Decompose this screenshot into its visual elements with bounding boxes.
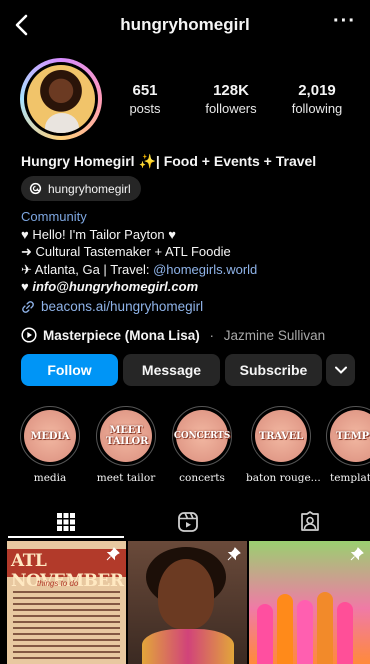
profile-tab-bar [0, 504, 370, 540]
more-options-button[interactable]: ··· [333, 10, 356, 33]
pin-icon [106, 547, 120, 561]
highlight-label: concerts [179, 472, 225, 484]
threads-badge[interactable]: hungryhomegirl [21, 176, 141, 201]
bio-line-location: ✈ Atlanta, Ga | Travel: @homegirls.world [21, 261, 257, 279]
avatar-photo [27, 65, 95, 133]
travel-account-link[interactable]: @homegirls.world [153, 262, 257, 277]
post-thumbnail[interactable] [249, 541, 370, 664]
website-url: beacons.ai/hungryhomegirl [41, 299, 204, 314]
highlight-cover-text: TRAVEL [259, 430, 303, 442]
highlight-cover-text: TEMPS [336, 430, 370, 442]
bio-text: Community ♥ Hello! I'm Tailor Payton ♥ ➜… [21, 208, 257, 296]
following-count[interactable]: 2,019 following [284, 82, 350, 116]
top-bar: hungryhomegirl ··· [0, 0, 370, 52]
highlight-label: baton rouge... [246, 472, 321, 484]
highlight-cover-text: CONCERTS [173, 431, 231, 441]
heart-icon: ♥ [21, 279, 33, 294]
profile-username: hungryhomegirl [120, 15, 250, 34]
grid-icon [57, 513, 75, 531]
highlight-baton-rouge[interactable]: TRAVEL baton rouge... [246, 406, 321, 484]
active-tab-indicator [8, 536, 124, 538]
profile-avatar[interactable] [20, 58, 102, 140]
tab-tagged[interactable] [298, 510, 322, 534]
pin-icon [227, 547, 241, 561]
highlight-label: media [33, 472, 67, 484]
post-event-list-graphic [13, 591, 120, 661]
followers-label: followers [205, 101, 257, 116]
play-circle-icon [21, 327, 37, 343]
highlight-concerts[interactable]: CONCERTS concerts [171, 406, 233, 484]
profile-music[interactable]: Masterpiece (Mona Lisa) · Jazmine Sulliv… [21, 327, 325, 343]
posts-value: 651 [132, 82, 158, 99]
reels-icon [178, 512, 198, 532]
highlight-cover-text: MEET TAILOR [106, 425, 149, 447]
profile-display-name: Hungry Homegirl ✨| Food + Events + Trave… [21, 153, 317, 169]
highlight-meet-tailor[interactable]: MEET TAILOR meet tailor [94, 406, 158, 484]
bio-line: ♥ Hello! I'm Tailor Payton ♥ [21, 226, 176, 242]
pin-icon [350, 547, 364, 561]
tagged-icon [301, 511, 319, 531]
followers-value: 128K [213, 82, 249, 99]
message-button[interactable]: Message [123, 354, 220, 386]
post-thumbnail[interactable] [128, 541, 247, 664]
profile-category: Community [21, 209, 87, 224]
posts-count[interactable]: 651 posts [118, 82, 172, 116]
threads-handle: hungryhomegirl [48, 181, 131, 196]
link-icon [22, 300, 34, 313]
highlight-label: meet tailor [96, 472, 156, 484]
following-value: 2,019 [298, 82, 336, 99]
threads-icon [29, 182, 42, 195]
posts-grid: ATL NOVEMBER things to do [7, 541, 370, 664]
suggested-accounts-button[interactable] [326, 354, 355, 386]
tab-posts-grid[interactable] [54, 510, 78, 534]
bio-email[interactable]: info@hungryhomegirl.com [32, 279, 198, 294]
highlight-label: templat [330, 472, 370, 484]
followers-count[interactable]: 128K followers [196, 82, 266, 116]
post-subtitle-text: things to do [37, 579, 79, 588]
post-thumbnail[interactable]: ATL NOVEMBER things to do [7, 541, 126, 664]
website-link[interactable]: beacons.ai/hungryhomegirl [21, 299, 203, 314]
highlight-cover-text: MEDIA [30, 430, 70, 442]
music-artist: Jazmine Sullivan [223, 327, 326, 343]
music-separator: · [205, 327, 218, 343]
follow-button[interactable]: Follow [21, 354, 118, 386]
bio-line: ➜ Cultural Tastemaker + ATL Foodie [21, 244, 231, 259]
chevron-down-icon [334, 366, 347, 374]
highlight-templates[interactable]: TEMPS templat [326, 406, 370, 484]
highlight-media[interactable]: MEDIA media [19, 406, 81, 484]
tab-reels[interactable] [176, 510, 200, 534]
bio-section: Hungry Homegirl ✨| Food + Events + Trave… [21, 153, 361, 170]
following-label: following [291, 101, 343, 116]
music-title: Masterpiece (Mona Lisa) [43, 327, 200, 343]
subscribe-button[interactable]: Subscribe [225, 354, 322, 386]
bio-email-line: ♥ info@hungryhomegirl.com [21, 278, 257, 296]
posts-label: posts [129, 101, 161, 116]
bio-location-text: ✈ Atlanta, Ga | Travel: [21, 261, 154, 277]
